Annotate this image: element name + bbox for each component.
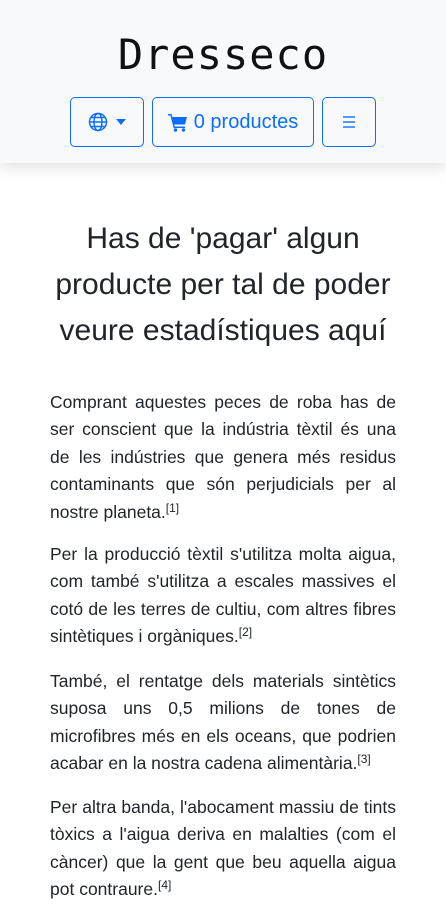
hamburger-icon bbox=[342, 116, 356, 128]
info-paragraph: Comprant aquestes peces de roba has de s… bbox=[50, 392, 396, 522]
page-title: Has de 'pagar' algun producte per tal de… bbox=[55, 222, 391, 347]
info-paragraph: Per la producció tèxtil s'utilitza molta… bbox=[50, 544, 396, 647]
citation-link[interactable]: [1] bbox=[166, 501, 179, 515]
citation-link[interactable]: [4] bbox=[158, 878, 171, 892]
cart-count-label: 0 productes bbox=[193, 110, 299, 133]
chevron-down-icon bbox=[116, 119, 126, 125]
site-header: Dresseco 0 productes bbox=[0, 0, 446, 163]
cart-button[interactable]: 0 productes bbox=[152, 97, 314, 147]
language-dropdown-button[interactable] bbox=[70, 97, 144, 147]
citation-link[interactable]: [3] bbox=[357, 752, 370, 766]
brand-logo[interactable]: Dresseco bbox=[0, 30, 446, 79]
cart-icon bbox=[167, 113, 188, 132]
menu-toggle-button[interactable] bbox=[322, 97, 376, 147]
citation-link[interactable]: [2] bbox=[239, 625, 252, 639]
info-paragraph: Per altra banda, l'abocament massiu de t… bbox=[50, 797, 396, 900]
info-paragraph: També, el rentatge dels materials sintèt… bbox=[50, 671, 396, 774]
globe-icon bbox=[88, 112, 108, 132]
